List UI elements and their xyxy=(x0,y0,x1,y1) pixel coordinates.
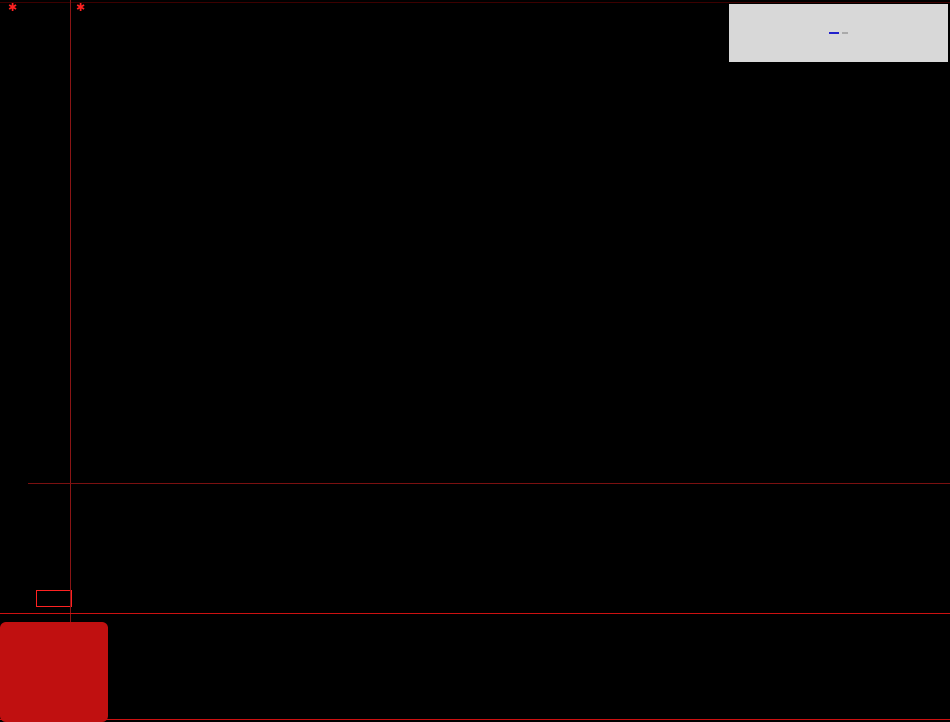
macd-pane[interactable] xyxy=(70,632,950,718)
main-candlestick-chart[interactable] xyxy=(70,0,950,484)
logo-tagline xyxy=(842,31,848,34)
stock-app-window: ✱ ✱ xyxy=(0,0,950,722)
app-flower-icon[interactable]: ✱ xyxy=(8,1,17,14)
logo-top-row xyxy=(829,31,848,34)
bottom-border-line xyxy=(0,719,950,720)
site-logo[interactable] xyxy=(729,4,948,62)
volume-unit-label xyxy=(36,590,72,607)
red-seal-stamp xyxy=(0,622,108,722)
volume-pane[interactable] xyxy=(70,505,950,613)
pane-divider-vol-macd xyxy=(0,613,950,614)
pane-divider-main-vol xyxy=(28,483,950,484)
logo-brand xyxy=(829,31,839,34)
